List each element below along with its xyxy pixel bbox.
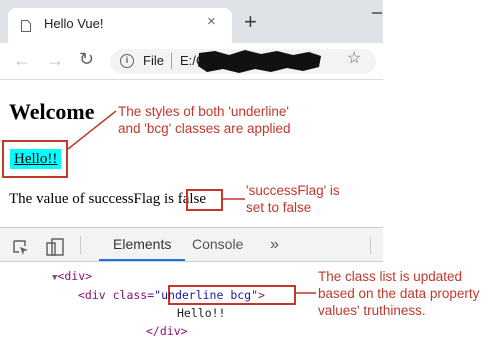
back-button[interactable]: ← bbox=[13, 51, 31, 69]
devtools-divider bbox=[80, 236, 81, 254]
success-flag-line: The value of successFlag is false bbox=[9, 191, 206, 208]
more-tabs-button[interactable]: » bbox=[270, 228, 279, 261]
annotation-line: set to false bbox=[246, 200, 312, 215]
browser-tab[interactable] bbox=[8, 8, 232, 43]
new-tab-button[interactable]: + bbox=[244, 11, 257, 33]
close-tab-icon[interactable]: × bbox=[207, 14, 216, 29]
redaction-scribble bbox=[198, 50, 321, 73]
dom-tag: <div> bbox=[57, 269, 93, 283]
annotation-classes-applied: The styles of both 'underline' and 'bcg'… bbox=[118, 103, 291, 137]
annotation-line: values' truthiness. bbox=[318, 303, 426, 318]
hello-highlight-box bbox=[2, 140, 68, 178]
dom-tag-end: > bbox=[258, 288, 265, 302]
annotation-line: The styles of both 'underline' bbox=[118, 104, 290, 119]
devtools-divider bbox=[370, 236, 371, 254]
device-toolbar-icon[interactable] bbox=[46, 238, 66, 256]
annotation-line: 'successFlag' is bbox=[246, 183, 340, 198]
bookmark-star-icon[interactable]: ☆ bbox=[347, 51, 361, 67]
scheme-label: File bbox=[143, 53, 164, 68]
info-icon[interactable]: i bbox=[120, 54, 134, 68]
address-separator bbox=[171, 53, 172, 69]
tab-title: Hello Vue! bbox=[44, 16, 104, 31]
minimize-icon[interactable] bbox=[352, 0, 383, 26]
success-flag-label: The value of successFlag is bbox=[9, 191, 174, 207]
annotation-line: based on the data property bbox=[318, 286, 480, 301]
annotation-line: The class list is updated bbox=[318, 269, 463, 284]
annotation-class-list: The class list is updated based on the d… bbox=[318, 268, 479, 319]
dom-close-tag: </div> bbox=[146, 324, 188, 338]
inspect-element-icon[interactable] bbox=[13, 240, 29, 256]
forward-button[interactable]: → bbox=[46, 51, 64, 69]
annotation-successflag: 'successFlag' is set to false bbox=[246, 182, 340, 216]
tab-elements[interactable]: Elements bbox=[99, 228, 186, 261]
reload-button[interactable]: ↻ bbox=[79, 50, 94, 68]
tab-console[interactable]: Console bbox=[192, 228, 243, 261]
annotation-line: and 'bcg' classes are applied bbox=[118, 121, 291, 136]
dom-node-child-div[interactable]: <div class="underline bcg"> bbox=[78, 287, 265, 304]
dom-class-value[interactable]: "underline bcg" bbox=[154, 288, 258, 302]
dom-tag: <div class= bbox=[78, 288, 155, 302]
false-highlight-box bbox=[186, 189, 223, 211]
dom-node-div[interactable]: ▼<div> bbox=[52, 268, 92, 287]
page-heading: Welcome bbox=[9, 99, 95, 124]
dom-text-node[interactable]: Hello!! bbox=[177, 305, 225, 322]
page-icon bbox=[21, 20, 31, 32]
